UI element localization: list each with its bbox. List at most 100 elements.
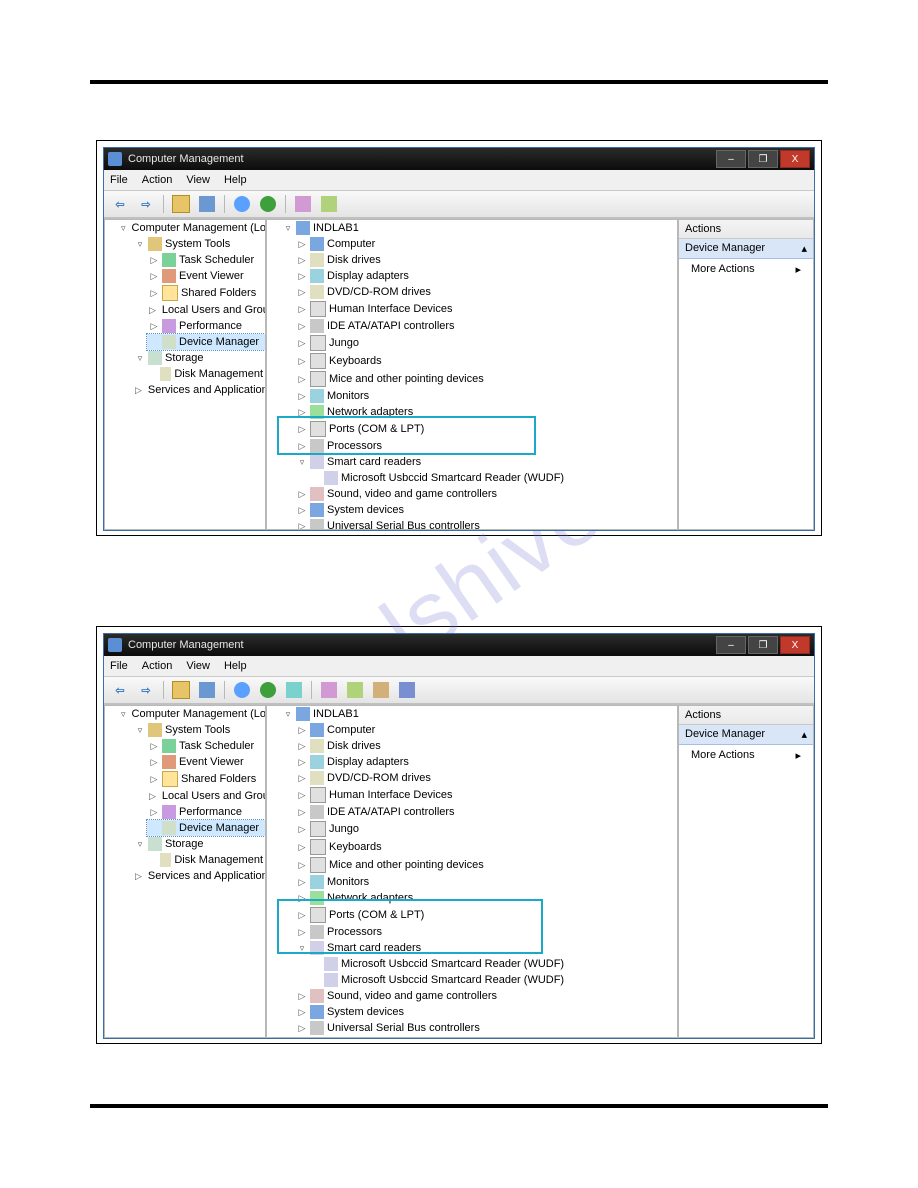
device-monitors[interactable]: ▷Monitors: [295, 874, 677, 890]
nav-storage[interactable]: ▿ Storage: [133, 836, 265, 852]
expander-icon[interactable]: ▷: [149, 791, 156, 801]
collapse-icon[interactable]: ▴: [801, 728, 807, 741]
device-ide[interactable]: ▷IDE ATA/ATAPI controllers: [295, 804, 677, 820]
menu-view[interactable]: View: [186, 660, 210, 672]
expander-icon[interactable]: ▷: [297, 489, 307, 499]
expander-icon[interactable]: ▷: [297, 807, 307, 817]
nav-local-users[interactable]: ▷Local Users and Groups: [147, 302, 265, 318]
device-computer[interactable]: ▷Computer: [295, 236, 677, 252]
expander-icon[interactable]: ▿: [135, 725, 145, 735]
nav-shared-folders[interactable]: ▷Shared Folders: [147, 284, 265, 302]
toolbar-extra-button[interactable]: [317, 193, 341, 215]
nav-disk-management[interactable]: Disk Management: [147, 852, 265, 868]
device-mice[interactable]: ▷Mice and other pointing devices: [295, 856, 677, 874]
minimize-button[interactable]: –: [716, 636, 746, 654]
device-usb[interactable]: ▷Universal Serial Bus controllers: [295, 518, 677, 530]
device-hid[interactable]: ▷Human Interface Devices: [295, 300, 677, 318]
forward-button[interactable]: ⇨: [134, 679, 158, 701]
menu-action[interactable]: Action: [142, 660, 173, 672]
expander-icon[interactable]: ▷: [297, 1023, 307, 1033]
device-smartcard-reader[interactable]: Microsoft Usbccid Smartcard Reader (WUDF…: [309, 972, 677, 988]
properties-button[interactable]: [195, 193, 219, 215]
nav-task-scheduler[interactable]: ▷Task Scheduler: [147, 738, 265, 754]
device-root[interactable]: ▿ INDLAB1: [281, 220, 677, 236]
expander-icon[interactable]: ▷: [297, 287, 307, 297]
expander-icon[interactable]: ▿: [283, 709, 293, 719]
expander-icon[interactable]: ▷: [297, 893, 307, 903]
device-computer[interactable]: ▷Computer: [295, 722, 677, 738]
maximize-button[interactable]: ❐: [748, 150, 778, 168]
titlebar[interactable]: Computer Management – ❐ X: [104, 148, 814, 170]
expander-icon[interactable]: ▷: [297, 725, 307, 735]
refresh-button[interactable]: [256, 193, 280, 215]
help-button[interactable]: [230, 193, 254, 215]
toolbar-extra-button[interactable]: [282, 679, 306, 701]
expander-icon[interactable]: ▿: [297, 457, 307, 467]
expander-icon[interactable]: ▷: [297, 441, 307, 451]
device-ports[interactable]: ▷Ports (COM & LPT): [295, 906, 677, 924]
expander-icon[interactable]: ▷: [297, 374, 307, 384]
back-button[interactable]: ⇦: [108, 193, 132, 215]
expander-icon[interactable]: ▷: [297, 757, 307, 767]
expander-icon[interactable]: ▷: [149, 741, 159, 751]
nav-event-viewer[interactable]: ▷Event Viewer: [147, 754, 265, 770]
expander-icon[interactable]: ▷: [297, 910, 307, 920]
nav-services-apps[interactable]: ▷Services and Applications: [133, 868, 265, 884]
back-button[interactable]: ⇦: [108, 679, 132, 701]
nav-performance[interactable]: ▷Performance: [147, 804, 265, 820]
menu-help[interactable]: Help: [224, 174, 247, 186]
device-smartcard-reader[interactable]: Microsoft Usbccid Smartcard Reader (WUDF…: [309, 956, 677, 972]
expander-icon[interactable]: ▷: [297, 741, 307, 751]
device-dvd[interactable]: ▷DVD/CD-ROM drives: [295, 770, 677, 786]
nav-task-scheduler[interactable]: ▷Task Scheduler: [147, 252, 265, 268]
nav-storage[interactable]: ▿ Storage: [133, 350, 265, 366]
device-processors[interactable]: ▷Processors: [295, 924, 677, 940]
device-system[interactable]: ▷System devices: [295, 1004, 677, 1020]
expander-icon[interactable]: ▷: [297, 505, 307, 515]
menu-file[interactable]: File: [110, 174, 128, 186]
device-keyboards[interactable]: ▷Keyboards: [295, 352, 677, 370]
expander-icon[interactable]: ▷: [297, 842, 307, 852]
expander-icon[interactable]: ▷: [297, 991, 307, 1001]
device-network[interactable]: ▷Network adapters: [295, 404, 677, 420]
expander-icon[interactable]: ▷: [297, 773, 307, 783]
expander-icon[interactable]: ▿: [135, 839, 145, 849]
device-jungo[interactable]: ▷Jungo: [295, 334, 677, 352]
show-hide-tree-button[interactable]: [169, 679, 193, 701]
device-root[interactable]: ▿ INDLAB1: [281, 706, 677, 722]
more-actions[interactable]: More Actions ▸: [679, 259, 813, 280]
nav-system-tools[interactable]: ▿ System Tools: [133, 722, 265, 738]
expander-icon[interactable]: ▷: [297, 304, 307, 314]
forward-button[interactable]: ⇨: [134, 193, 158, 215]
device-sound[interactable]: ▷Sound, video and game controllers: [295, 486, 677, 502]
nav-system-tools[interactable]: ▿ System Tools: [133, 236, 265, 252]
menu-help[interactable]: Help: [224, 660, 247, 672]
expander-icon[interactable]: ▷: [297, 877, 307, 887]
expander-icon[interactable]: ▿: [121, 709, 126, 719]
nav-root[interactable]: ▿ Computer Management (Local: [119, 220, 265, 236]
menu-file[interactable]: File: [110, 660, 128, 672]
expander-icon[interactable]: ▷: [297, 356, 307, 366]
expander-icon[interactable]: ▷: [297, 424, 307, 434]
expander-icon[interactable]: ▷: [297, 338, 307, 348]
expander-icon[interactable]: ▷: [297, 239, 307, 249]
device-jungo[interactable]: ▷Jungo: [295, 820, 677, 838]
nav-device-manager[interactable]: Device Manager: [147, 334, 265, 350]
expander-icon[interactable]: ▿: [121, 223, 126, 233]
nav-device-manager[interactable]: Device Manager: [147, 820, 265, 836]
expander-icon[interactable]: ▷: [297, 927, 307, 937]
expander-icon[interactable]: ▷: [297, 860, 307, 870]
refresh-button[interactable]: [256, 679, 280, 701]
nav-root[interactable]: ▿ Computer Management (Local: [119, 706, 265, 722]
expander-icon[interactable]: ▷: [135, 871, 142, 881]
expander-icon[interactable]: ▷: [297, 824, 307, 834]
expander-icon[interactable]: ▿: [135, 239, 145, 249]
device-processors[interactable]: ▷Processors: [295, 438, 677, 454]
device-ide[interactable]: ▷IDE ATA/ATAPI controllers: [295, 318, 677, 334]
expander-icon[interactable]: ▷: [297, 255, 307, 265]
expander-icon[interactable]: ▷: [149, 774, 159, 784]
menu-view[interactable]: View: [186, 174, 210, 186]
toolbar-extra-button[interactable]: [291, 193, 315, 215]
expander-icon[interactable]: ▷: [297, 391, 307, 401]
toolbar-extra-button[interactable]: [395, 679, 419, 701]
